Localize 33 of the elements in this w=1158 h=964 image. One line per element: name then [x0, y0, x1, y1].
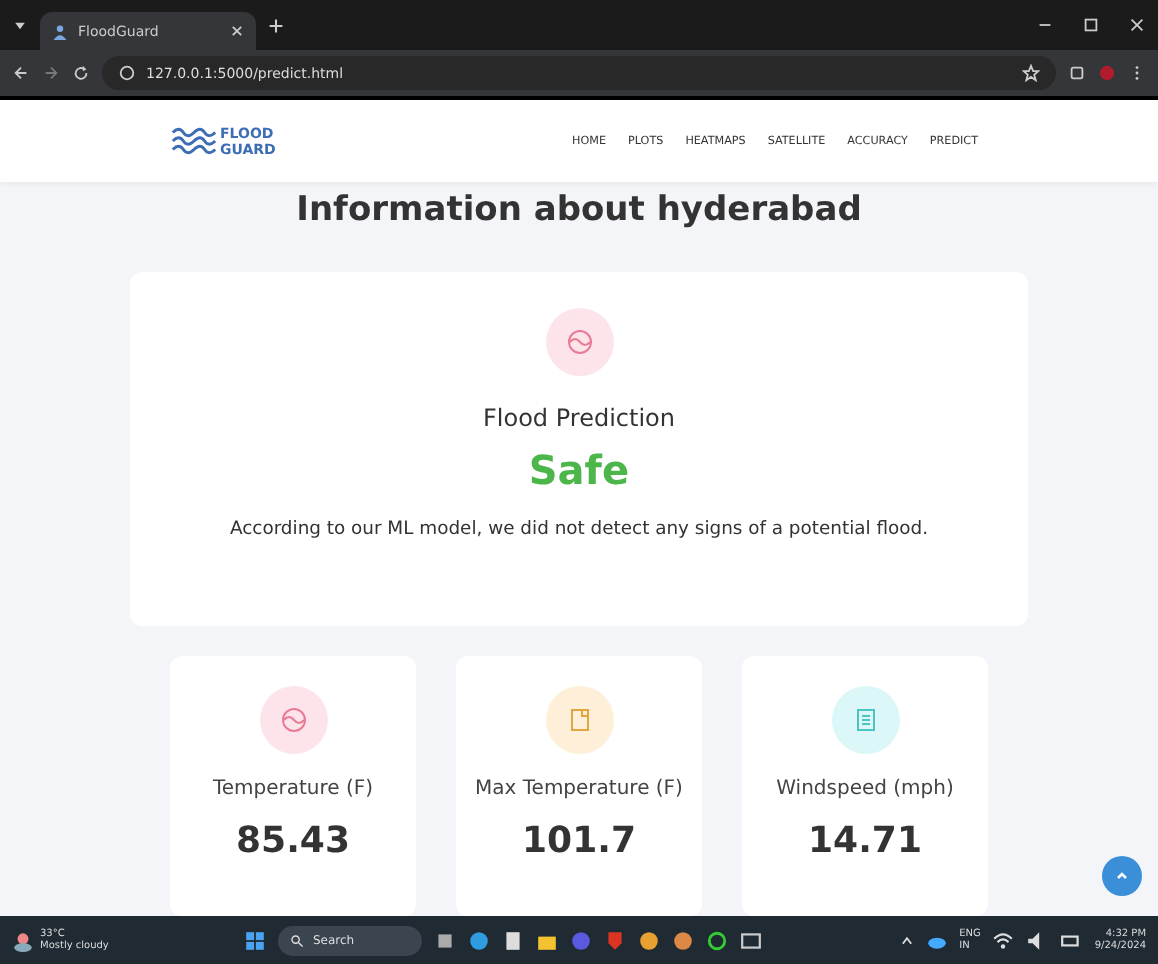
person-icon — [52, 23, 68, 39]
site-info-icon[interactable] — [118, 64, 136, 82]
network-icon[interactable] — [992, 929, 1015, 951]
prediction-message: According to our ML model, we did not detect any signs of a potential flood. — [229, 518, 929, 541]
app-icon[interactable] — [502, 929, 525, 951]
star-icon[interactable] — [1022, 64, 1040, 82]
stat-label: Windspeed (mph) — [776, 778, 954, 800]
pulse-icon — [545, 308, 613, 377]
stat-value: 101.7 — [522, 820, 636, 862]
app-icon[interactable] — [706, 929, 729, 951]
back-icon[interactable] — [12, 64, 30, 82]
stat-value: 85.43 — [236, 820, 350, 862]
page-heading: Information about hyderabad — [296, 190, 862, 231]
close-icon[interactable] — [1128, 16, 1146, 34]
stat-label: Temperature (F) — [212, 778, 374, 800]
stat-label: Max Temperature (F) — [475, 778, 683, 800]
shield-icon[interactable] — [604, 929, 627, 951]
restore-icon[interactable] — [1082, 16, 1100, 34]
waves-icon — [172, 124, 216, 159]
prediction-result: Safe — [528, 446, 630, 495]
start-icon[interactable] — [244, 929, 267, 951]
stat-value: 14.71 — [808, 820, 922, 862]
close-icon[interactable] — [230, 24, 244, 38]
search-icon — [290, 933, 305, 947]
tab-list-icon[interactable] — [12, 17, 28, 33]
chevron-up-icon[interactable] — [899, 933, 914, 947]
prediction-label: Flood Prediction — [483, 404, 675, 433]
reload-icon[interactable] — [72, 64, 90, 82]
scroll-top-button[interactable] — [1102, 856, 1142, 896]
app-icon[interactable] — [434, 929, 457, 951]
forward-icon[interactable] — [42, 64, 60, 82]
plus-icon[interactable] — [268, 17, 284, 33]
terminal-icon[interactable] — [740, 929, 763, 951]
